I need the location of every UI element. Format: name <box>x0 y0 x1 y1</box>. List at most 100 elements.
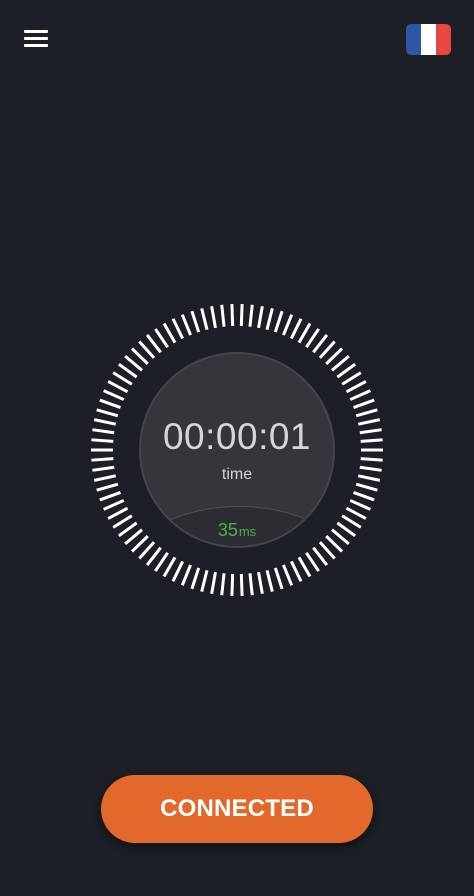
tick-mark <box>239 573 244 596</box>
tick-mark <box>273 310 284 333</box>
tick-mark <box>239 304 244 327</box>
tick-mark <box>130 347 149 365</box>
tick-mark <box>96 482 119 492</box>
tick-mark <box>154 551 169 572</box>
tick-mark <box>312 334 329 354</box>
tick-mark <box>220 573 226 596</box>
tick-mark <box>353 491 375 502</box>
tick-mark <box>124 528 143 545</box>
tick-mark <box>265 569 274 593</box>
tick-mark <box>103 389 125 401</box>
tick-mark <box>200 569 209 593</box>
tick-mark <box>282 564 294 586</box>
tick-mark <box>180 564 192 586</box>
tick-mark <box>273 567 284 590</box>
tick-mark <box>290 318 303 340</box>
tick-mark <box>359 465 382 472</box>
timer-label: time <box>221 466 253 483</box>
tick-mark <box>345 506 367 520</box>
server-location-button[interactable] <box>406 24 451 55</box>
tick-mark <box>290 560 303 582</box>
tick-mark <box>297 556 312 578</box>
tick-mark <box>200 307 209 331</box>
tick-mark <box>171 560 184 582</box>
tick-mark <box>118 362 138 379</box>
tick-mark <box>355 408 378 418</box>
tick-mark <box>112 371 133 386</box>
france-flag-stripe-white <box>421 24 436 55</box>
tick-mark <box>138 340 156 359</box>
tick-mark <box>341 371 362 386</box>
tick-mark <box>93 418 117 426</box>
tick-mark <box>336 362 356 379</box>
tick-mark <box>345 380 367 394</box>
tick-mark <box>145 334 162 354</box>
tick-mark <box>171 318 184 340</box>
tick-mark <box>162 322 177 344</box>
tick-mark <box>96 408 119 418</box>
tick-mark <box>210 571 217 595</box>
tick-mark <box>349 499 371 511</box>
tick-mark <box>248 573 254 596</box>
tick-mark <box>325 347 344 365</box>
vpn-home-screen: 00:00:01 time 35ms CONNECTED <box>0 0 474 896</box>
tick-mark <box>357 474 381 482</box>
tick-mark <box>162 556 177 578</box>
connection-timer: 00:00:01 <box>162 416 312 457</box>
menu-button[interactable] <box>18 22 56 56</box>
tick-mark <box>360 438 383 443</box>
tick-mark <box>180 314 192 336</box>
hamburger-menu-icon-bar <box>24 37 48 40</box>
connection-timer-dial: 00:00:01 time 35ms <box>87 300 387 600</box>
tick-mark <box>190 567 201 590</box>
tick-mark <box>282 314 294 336</box>
hamburger-menu-icon <box>24 30 48 33</box>
tick-mark <box>91 457 114 462</box>
connect-button[interactable]: CONNECTED <box>101 775 373 843</box>
ping-readout: 35ms <box>141 520 333 541</box>
hamburger-menu-icon-bar <box>24 44 48 47</box>
tick-mark <box>91 438 114 443</box>
tick-mark <box>190 310 201 333</box>
timer-face: 00:00:01 time 35ms <box>139 352 335 548</box>
tick-mark <box>305 551 320 572</box>
tick-mark <box>93 474 117 482</box>
tick-mark <box>210 305 217 329</box>
tick-mark <box>312 546 329 566</box>
tick-mark <box>107 506 129 520</box>
france-flag-stripe-red <box>436 24 451 55</box>
tick-mark <box>220 304 226 327</box>
tick-mark <box>336 521 356 538</box>
tick-mark <box>145 546 162 566</box>
tick-mark <box>92 428 115 435</box>
tick-mark <box>318 340 336 359</box>
ping-unit: ms <box>238 524 257 539</box>
tick-mark <box>341 514 362 529</box>
tick-mark <box>92 465 115 472</box>
tick-mark <box>265 307 274 331</box>
tick-mark <box>257 305 264 329</box>
tick-mark <box>297 322 312 344</box>
ping-value: 35 <box>217 520 238 540</box>
tick-mark <box>331 528 350 545</box>
tick-mark <box>248 304 254 327</box>
tick-mark <box>359 428 382 435</box>
tick-mark <box>355 482 378 492</box>
tick-mark <box>305 328 320 349</box>
tick-mark <box>230 304 235 327</box>
tick-mark <box>124 355 143 372</box>
tick-mark <box>353 398 375 409</box>
tick-mark <box>349 389 371 401</box>
tick-mark <box>99 491 121 502</box>
tick-mark <box>112 514 133 529</box>
tick-mark <box>257 571 264 595</box>
tick-mark <box>360 457 383 462</box>
tick-mark <box>357 418 381 426</box>
tick-mark <box>107 380 129 394</box>
tick-mark <box>230 573 235 596</box>
tick-mark <box>154 328 169 349</box>
tick-mark <box>99 398 121 409</box>
tick-mark <box>331 355 350 372</box>
tick-mark <box>118 521 138 538</box>
france-flag-icon <box>406 24 421 55</box>
